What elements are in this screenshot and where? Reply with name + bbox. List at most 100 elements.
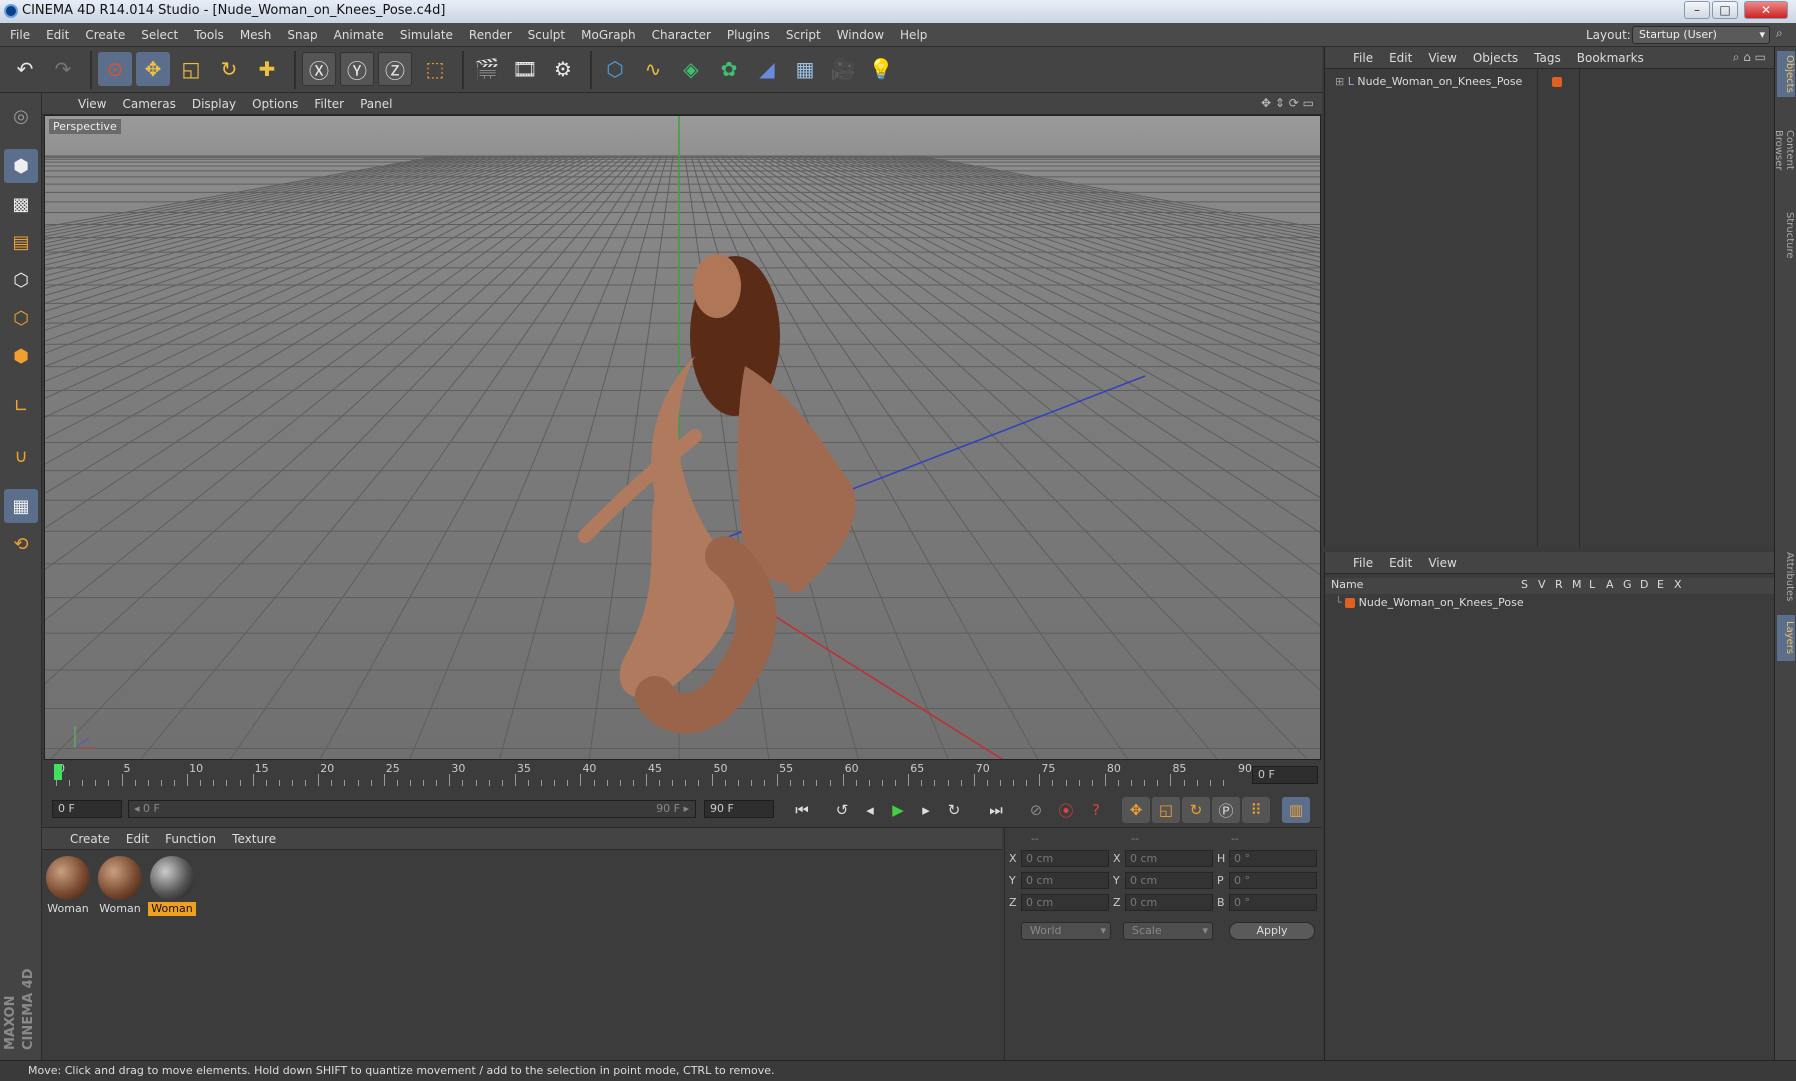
z-axis-icon[interactable]: Ⓩ bbox=[378, 52, 412, 86]
floor-icon[interactable]: ▦ bbox=[788, 52, 822, 86]
object-menu-bookmarks[interactable]: Bookmarks bbox=[1569, 47, 1652, 69]
layer-column-v[interactable]: V bbox=[1538, 578, 1546, 591]
key-param-icon[interactable]: Ⓟ bbox=[1212, 797, 1240, 823]
previous-key-icon[interactable]: ↺ bbox=[828, 797, 856, 823]
layer-menu-view[interactable]: View bbox=[1420, 552, 1464, 574]
record-disabled-icon[interactable]: ⊘ bbox=[1022, 797, 1050, 823]
viewport-menu-display[interactable]: Display bbox=[184, 93, 244, 115]
record-icon[interactable]: ⦿ bbox=[1052, 797, 1080, 823]
menu-character[interactable]: Character bbox=[644, 23, 719, 47]
size-z-field[interactable]: 0 cm bbox=[1125, 894, 1213, 911]
rotate-icon[interactable]: ↻ bbox=[212, 52, 246, 86]
menu-animate[interactable]: Animate bbox=[326, 23, 392, 47]
viewport-nav-icons[interactable]: ✥ ⇕ ⟳ ▭ bbox=[1261, 96, 1314, 110]
playhead-marker[interactable] bbox=[54, 764, 62, 780]
material-menu-texture[interactable]: Texture bbox=[224, 828, 284, 850]
menu-snap[interactable]: Snap bbox=[279, 23, 325, 47]
material-menu-create[interactable]: Create bbox=[62, 828, 118, 850]
layer-column-a[interactable]: A bbox=[1606, 578, 1614, 591]
frame-range-slider[interactable]: ◂ 0 F 90 F ▸ bbox=[128, 800, 696, 818]
world-dropdown[interactable]: World ▾ bbox=[1021, 922, 1111, 940]
polygons-mode-icon[interactable]: ⬢ bbox=[4, 339, 38, 373]
go-to-start-icon[interactable]: ⏮ bbox=[788, 797, 816, 823]
points-mode-icon[interactable]: ⬡ bbox=[4, 263, 38, 297]
object-menu-file[interactable]: File bbox=[1345, 47, 1381, 69]
viewport-menu-filter[interactable]: Filter bbox=[306, 93, 352, 115]
layer-column-l[interactable]: L bbox=[1589, 578, 1595, 591]
menu-window[interactable]: Window bbox=[829, 23, 892, 47]
add-icon[interactable]: ✚ bbox=[250, 52, 284, 86]
rotation-p-field[interactable]: 0 ° bbox=[1229, 872, 1317, 889]
search-icon[interactable]: ⌕ bbox=[1776, 26, 1783, 41]
menu-plugins[interactable]: Plugins bbox=[719, 23, 778, 47]
make-editable-icon[interactable]: ◎ bbox=[4, 99, 38, 133]
deformer-icon[interactable]: ◢ bbox=[750, 52, 784, 86]
layer-column-e[interactable]: E bbox=[1657, 578, 1664, 591]
position-x-field[interactable]: 0 cm bbox=[1021, 850, 1109, 867]
object-row[interactable]: ⊞ L Nude_Woman_on_Knees_Pose bbox=[1335, 75, 1562, 88]
object-menu-edit[interactable]: Edit bbox=[1381, 47, 1420, 69]
size-x-field[interactable]: 0 cm bbox=[1125, 850, 1213, 867]
material-menu-edit[interactable]: Edit bbox=[118, 828, 157, 850]
light-icon[interactable]: 💡 bbox=[864, 52, 898, 86]
scale-dropdown[interactable]: Scale ▾ bbox=[1123, 922, 1213, 940]
layer-column-r[interactable]: R bbox=[1555, 578, 1563, 591]
viewport-menu-cameras[interactable]: Cameras bbox=[114, 93, 183, 115]
layer-row[interactable]: └ Nude_Woman_on_Knees_Pose bbox=[1335, 596, 1524, 609]
position-z-field[interactable]: 0 cm bbox=[1021, 894, 1109, 911]
layout-select[interactable]: Startup (User) ▾ bbox=[1632, 26, 1770, 44]
object-manager-search-icon[interactable]: ⌕ ⌂ ▭ bbox=[1733, 50, 1766, 65]
render-picture-viewer-icon[interactable]: 🎞 bbox=[508, 52, 542, 86]
array-icon[interactable]: ✿ bbox=[712, 52, 746, 86]
layer-column-name[interactable]: Name bbox=[1331, 578, 1363, 591]
menu-edit[interactable]: Edit bbox=[38, 23, 77, 47]
y-axis-icon[interactable]: Ⓨ bbox=[340, 52, 374, 86]
viewport-menu-panel[interactable]: Panel bbox=[352, 93, 400, 115]
layer-column-s[interactable]: S bbox=[1521, 578, 1528, 591]
key-position-icon[interactable]: ✥ bbox=[1122, 797, 1150, 823]
redo-icon[interactable]: ↷ bbox=[46, 52, 80, 86]
layer-column-d[interactable]: D bbox=[1640, 578, 1648, 591]
menu-help[interactable]: Help bbox=[892, 23, 935, 47]
render-view-icon[interactable]: 🎬 bbox=[470, 52, 504, 86]
previous-frame-icon[interactable]: ◂ bbox=[856, 797, 884, 823]
go-to-end-icon[interactable]: ⏭ bbox=[982, 797, 1010, 823]
perspective-viewport[interactable]: Perspective bbox=[44, 115, 1321, 760]
minimize-button[interactable]: – bbox=[1684, 1, 1710, 19]
texture-mode-icon[interactable]: ▩ bbox=[4, 187, 38, 221]
tab-structure[interactable]: Structure bbox=[1777, 205, 1795, 265]
undo-icon[interactable]: ↶ bbox=[8, 52, 42, 86]
material-swatch[interactable]: Woman bbox=[44, 854, 92, 916]
tab-attributes[interactable]: Attributes bbox=[1777, 547, 1795, 607]
workplane-icon[interactable]: ▤ bbox=[4, 225, 38, 259]
rotation-b-field[interactable]: 0 ° bbox=[1229, 894, 1317, 911]
spline-icon[interactable]: ∿ bbox=[636, 52, 670, 86]
viewport-menu-options[interactable]: Options bbox=[244, 93, 306, 115]
material-swatch-selected[interactable]: Woman bbox=[148, 854, 196, 916]
position-y-field[interactable]: 0 cm bbox=[1021, 872, 1109, 889]
tab-content-browser[interactable]: Content Browser bbox=[1773, 105, 1795, 195]
menu-file[interactable]: File bbox=[2, 23, 38, 47]
edges-mode-icon[interactable]: ⬡ bbox=[4, 301, 38, 335]
move-icon[interactable]: ✥ bbox=[136, 52, 170, 86]
menu-script[interactable]: Script bbox=[778, 23, 829, 47]
menu-select[interactable]: Select bbox=[133, 23, 186, 47]
layer-menu-file[interactable]: File bbox=[1345, 552, 1381, 574]
menu-mograph[interactable]: MoGraph bbox=[573, 23, 644, 47]
tab-layers[interactable]: Layers bbox=[1777, 615, 1795, 661]
next-frame-icon[interactable]: ▸ bbox=[912, 797, 940, 823]
menu-sculpt[interactable]: Sculpt bbox=[520, 23, 573, 47]
timeline-ruler[interactable]: 051015202530354045505560657075808590 0 F bbox=[42, 760, 1322, 790]
layer-column-m[interactable]: M bbox=[1572, 578, 1582, 591]
snap-icon[interactable]: ⟲ bbox=[4, 527, 38, 561]
expand-icon[interactable]: ⊞ bbox=[1335, 75, 1344, 88]
scale-icon[interactable]: ◱ bbox=[174, 52, 208, 86]
menu-simulate[interactable]: Simulate bbox=[392, 23, 461, 47]
end-frame-field[interactable]: 90 F bbox=[704, 800, 774, 818]
next-key-icon[interactable]: ↻ bbox=[940, 797, 968, 823]
axis-mode-icon[interactable]: ∟ bbox=[4, 389, 38, 423]
autokey-icon[interactable]: ? bbox=[1082, 797, 1110, 823]
object-menu-view[interactable]: View bbox=[1420, 47, 1464, 69]
render-settings-icon[interactable]: ⚙ bbox=[546, 52, 580, 86]
layer-menu-edit[interactable]: Edit bbox=[1381, 552, 1420, 574]
